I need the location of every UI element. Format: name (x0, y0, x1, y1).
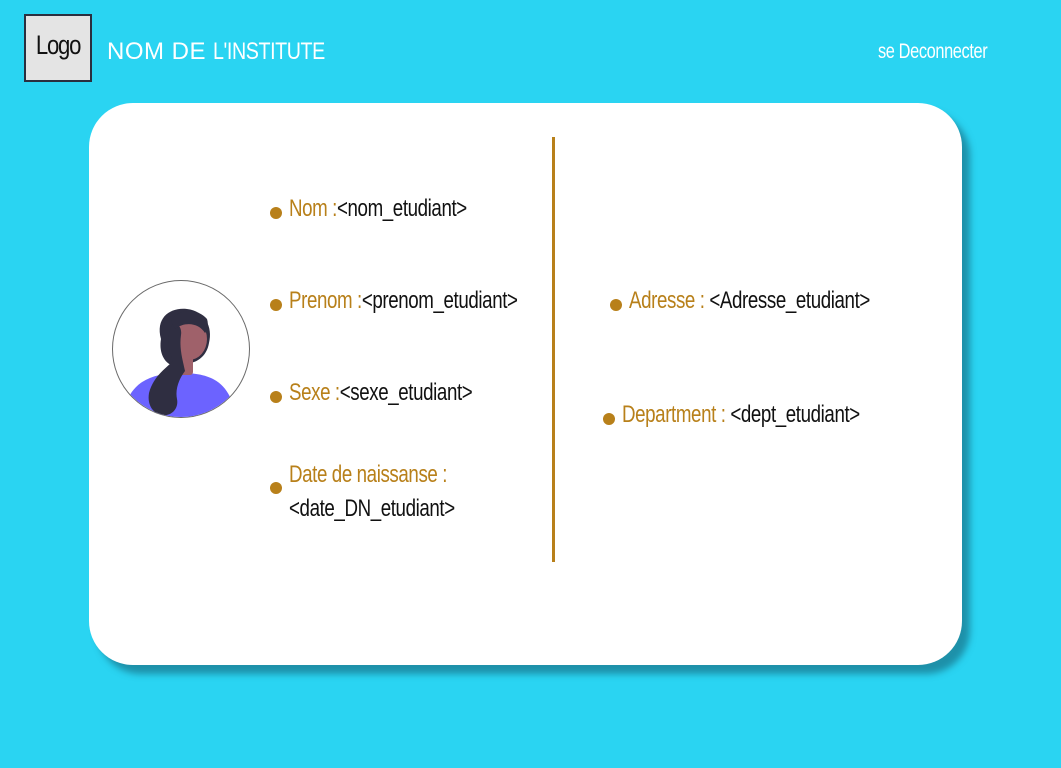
field-adresse: Adresse : <Adresse_etudiant> (629, 284, 938, 318)
logout-link[interactable]: se Deconnecter (878, 40, 988, 64)
bullet-icon (270, 482, 282, 494)
field-value: <Adresse_etudiant> (709, 287, 870, 314)
student-profile-card: Nom :<nom_etudiant> Prenom :<prenom_etud… (89, 103, 962, 665)
field-nom: Nom :<nom_etudiant> (289, 192, 517, 226)
institute-name-part2: L'INSTITUTE (213, 38, 326, 65)
field-value: <prenom_etudiant> (361, 287, 518, 314)
bullet-icon (603, 413, 615, 425)
bullet-icon (270, 299, 282, 311)
field-sexe: Sexe :<sexe_etudiant> (289, 376, 524, 410)
female-user-avatar-icon (112, 280, 250, 418)
logo: Logo (24, 14, 92, 82)
field-prenom: Prenom :<prenom_etudiant> (289, 284, 582, 318)
bullet-icon (270, 391, 282, 403)
field-label: Adresse : (629, 287, 710, 314)
field-label: Department : (622, 401, 731, 428)
logo-text: Logo (35, 30, 82, 60)
field-value: <date_DN_etudiant> (289, 495, 455, 522)
institute-name: NOM DE L'INSTITUTE (107, 38, 350, 66)
field-department: Department : <dept_etudiant> (622, 398, 927, 432)
vertical-divider (552, 137, 555, 562)
bullet-icon (270, 207, 282, 219)
field-date-naissance: Date de naissanse : <date_DN_etudiant> (289, 458, 502, 526)
field-label: Sexe : (289, 379, 340, 406)
field-label: Nom : (289, 195, 337, 222)
field-label: Date de naissanse : (289, 461, 448, 488)
institute-name-part1: NOM DE (107, 38, 214, 65)
bullet-icon (610, 299, 622, 311)
field-value: <nom_etudiant> (336, 195, 467, 222)
field-value: <dept_etudiant> (730, 401, 860, 428)
field-value: <sexe_etudiant> (339, 379, 473, 406)
field-label: Prenom : (289, 287, 362, 314)
